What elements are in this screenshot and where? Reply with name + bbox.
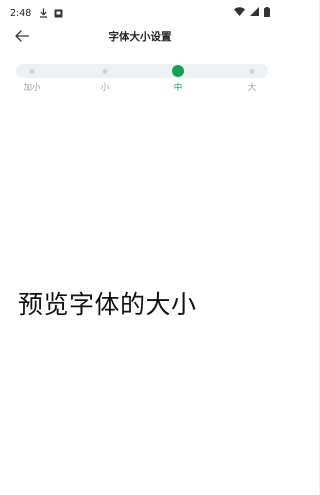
label-large[interactable]: 大 [248, 81, 257, 93]
font-size-slider[interactable]: 加小 小 中 大 [16, 64, 268, 95]
arrow-left-icon [15, 27, 30, 46]
notification-box-icon [54, 9, 63, 18]
preview-text: 预览字体的大小 [18, 290, 197, 319]
slider-track[interactable] [16, 64, 268, 78]
label-small[interactable]: 小 [101, 81, 110, 93]
app-bar: 字体大小设置 [0, 24, 280, 48]
slider-stop-4[interactable] [249, 69, 255, 74]
slider-stop-2[interactable] [102, 69, 108, 74]
back-button[interactable] [12, 26, 32, 46]
status-bar: 2:48 [0, 0, 280, 26]
page-title: 字体大小设置 [108, 30, 172, 43]
slider-stop-1[interactable] [29, 69, 35, 74]
battery-icon [264, 6, 270, 20]
download-icon [39, 8, 48, 18]
wifi-icon [234, 7, 245, 19]
label-medium[interactable]: 中 [174, 81, 183, 93]
status-time: 2:48 [10, 7, 32, 19]
slider-labels: 加小 小 中 大 [16, 79, 268, 95]
slider-thumb[interactable] [172, 65, 184, 77]
label-extra-small[interactable]: 加小 [23, 81, 40, 93]
cellular-signal-icon [250, 7, 259, 19]
status-right-icons [234, 6, 270, 20]
